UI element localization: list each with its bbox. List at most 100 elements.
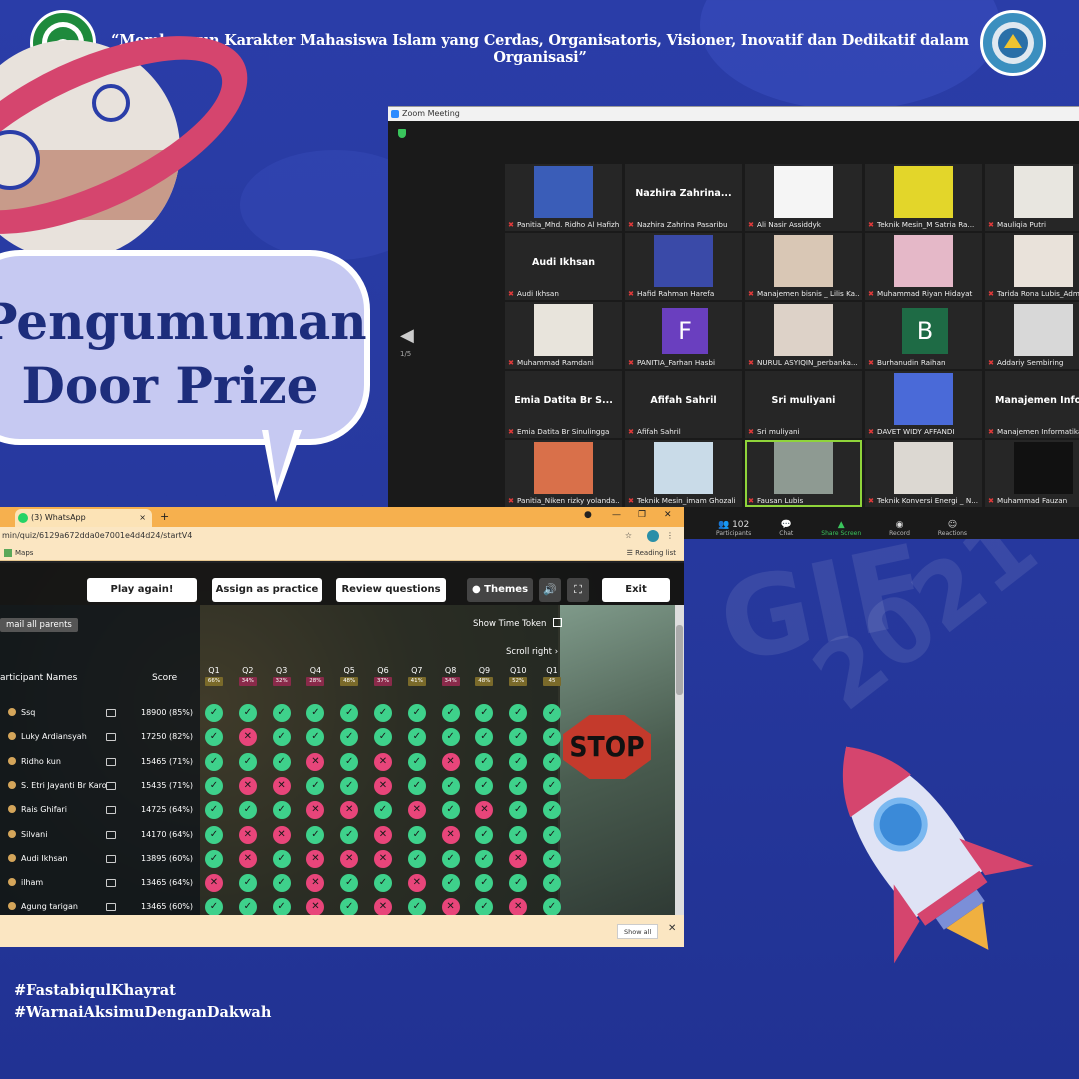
question-header[interactable]: Q4 — [302, 666, 328, 675]
correct-answer-icon[interactable]: ✓ — [441, 849, 460, 868]
correct-answer-icon[interactable]: ✓ — [509, 825, 528, 844]
participant-tile[interactable]: ✖ Panitia_Mhd. Ridho Al Hafizh — [505, 164, 622, 231]
wrong-answer-icon[interactable]: ✕ — [441, 825, 460, 844]
participant-tile[interactable]: ✖ DAVET WIDY AFFANDI — [865, 371, 982, 438]
correct-answer-icon[interactable]: ✓ — [407, 825, 426, 844]
correct-answer-icon[interactable]: ✓ — [205, 825, 223, 844]
wrong-answer-icon[interactable]: ✕ — [238, 728, 257, 747]
correct-answer-icon[interactable]: ✓ — [543, 874, 561, 893]
correct-answer-icon[interactable]: ✓ — [407, 752, 426, 771]
question-header[interactable]: Q1 — [539, 666, 565, 675]
table-row[interactable]: Silvani 14170 (64%) — [0, 825, 200, 845]
question-header[interactable]: Q10 — [505, 666, 531, 675]
email-icon[interactable] — [106, 854, 116, 863]
reactions-button[interactable]: ☺ Reactions — [938, 517, 967, 539]
wrong-answer-icon[interactable]: ✕ — [441, 752, 460, 771]
participant-tile[interactable]: ✖ Hafid Rahman Harefa — [625, 233, 742, 300]
question-header[interactable]: Q7 — [404, 666, 430, 675]
sound-icon[interactable]: 🔊 — [539, 578, 561, 602]
bookmark-maps[interactable]: Maps — [15, 549, 33, 557]
wrong-answer-icon[interactable]: ✕ — [306, 752, 325, 771]
correct-answer-icon[interactable]: ✓ — [238, 704, 257, 722]
correct-answer-icon[interactable]: ✓ — [340, 776, 359, 795]
vertical-scrollbar[interactable] — [675, 605, 684, 915]
correct-answer-icon[interactable]: ✓ — [272, 752, 291, 771]
participant-tile[interactable]: Manajemen Info... ✖Manajemen Informatika — [985, 371, 1079, 438]
correct-answer-icon[interactable]: ✓ — [272, 874, 291, 893]
participant-tile[interactable]: ✖ NURUL ASYIQIN_perbanka... — [745, 302, 862, 369]
assign-practice-button[interactable]: Assign as practice — [212, 578, 322, 602]
show-all-button[interactable]: Show all — [617, 924, 659, 939]
participant-tile[interactable]: ✖ Teknik Konversi Energi _ N... — [865, 440, 982, 507]
question-header[interactable]: Q3 — [269, 666, 295, 675]
wrong-answer-icon[interactable]: ✕ — [272, 825, 291, 844]
participant-tile[interactable]: B ✖ Burhanudin Raihan — [865, 302, 982, 369]
correct-answer-icon[interactable]: ✓ — [407, 898, 426, 915]
email-all-parents-button[interactable]: mail all parents — [0, 618, 78, 632]
participant-tile[interactable]: ✖ Manajemen bisnis _ Lilis Ka... — [745, 233, 862, 300]
table-row[interactable]: S. Etri Jayanti Br Karo 15435 (71%) — [0, 776, 200, 796]
correct-answer-icon[interactable]: ✓ — [340, 752, 359, 771]
participant-tile[interactable]: Nazhira Zahrina... ✖ Nazhira Zahrina Pasar… — [625, 164, 742, 231]
wrong-answer-icon[interactable]: ✕ — [407, 874, 426, 893]
participant-tile[interactable]: ✖ Panitia_Niken rizky yolanda... — [505, 440, 622, 507]
close-window-icon[interactable]: ✕ — [664, 510, 672, 520]
participant-tile[interactable]: Sri muliyani ✖ Sri muliyani — [745, 371, 862, 438]
correct-answer-icon[interactable]: ✓ — [306, 825, 325, 844]
question-header[interactable]: Q9 — [471, 666, 497, 675]
table-row[interactable]: Luky Ardiansyah 17250 (82%) — [0, 727, 200, 747]
correct-answer-icon[interactable]: ✓ — [205, 898, 223, 915]
correct-answer-icon[interactable]: ✓ — [272, 898, 291, 915]
scroll-right-button[interactable]: Scroll right › — [506, 647, 558, 657]
chat-button[interactable]: 💬 Chat — [779, 517, 793, 539]
fullscreen-icon[interactable]: ⛶ — [567, 578, 589, 602]
wrong-answer-icon[interactable]: ✕ — [238, 776, 257, 795]
correct-answer-icon[interactable]: ✓ — [205, 752, 223, 771]
themes-button[interactable]: ● Themes — [467, 578, 533, 602]
participants-button[interactable]: 👥 102 Participants — [716, 517, 751, 539]
participant-tile[interactable]: ✖ Muhammad Ramdani — [505, 302, 622, 369]
new-tab-icon[interactable]: + — [160, 510, 169, 523]
browser-tab-whatsapp[interactable]: (3) WhatsApp × — [15, 509, 152, 527]
wrong-answer-icon[interactable]: ✕ — [407, 801, 426, 820]
email-icon[interactable] — [106, 781, 116, 790]
wrong-answer-icon[interactable]: ✕ — [374, 898, 392, 915]
correct-answer-icon[interactable]: ✓ — [205, 776, 223, 795]
correct-answer-icon[interactable]: ✓ — [441, 801, 460, 820]
correct-answer-icon[interactable]: ✓ — [441, 704, 460, 722]
email-icon[interactable] — [106, 879, 116, 888]
correct-answer-icon[interactable]: ✓ — [340, 898, 359, 915]
email-icon[interactable] — [106, 709, 116, 717]
review-questions-button[interactable]: Review questions — [336, 578, 446, 602]
participant-tile[interactable]: ✖ Addariy Sembiring — [985, 302, 1079, 369]
exit-button[interactable]: Exit — [602, 578, 670, 602]
correct-answer-icon[interactable]: ✓ — [543, 849, 561, 868]
correct-answer-icon[interactable]: ✓ — [238, 898, 257, 915]
correct-answer-icon[interactable]: ✓ — [441, 874, 460, 893]
correct-answer-icon[interactable]: ✓ — [374, 704, 392, 722]
correct-answer-icon[interactable]: ✓ — [543, 801, 561, 820]
table-row[interactable]: ilham 13465 (64%) — [0, 873, 200, 893]
record-button[interactable]: ◉ Record — [889, 517, 910, 539]
correct-answer-icon[interactable]: ✓ — [238, 801, 257, 820]
table-row[interactable]: Ridho kun 15465 (71%) — [0, 752, 200, 772]
wrong-answer-icon[interactable]: ✕ — [509, 849, 528, 868]
table-row[interactable]: Agung tarigan 13465 (60%) — [0, 897, 200, 915]
correct-answer-icon[interactable]: ✓ — [509, 776, 528, 795]
correct-answer-icon[interactable]: ✓ — [475, 752, 494, 771]
email-icon[interactable] — [106, 903, 116, 912]
address-url[interactable]: min/quiz/6129a672dda0e7001e4d4d24/startV… — [2, 531, 192, 540]
table-row[interactable]: Audi Ikhsan 13895 (60%) — [0, 849, 200, 869]
participant-tile[interactable]: Emia Datita Br S... ✖ Emia Datita Br Sinul… — [505, 371, 622, 438]
correct-answer-icon[interactable]: ✓ — [543, 704, 561, 722]
correct-answer-icon[interactable]: ✓ — [272, 801, 291, 820]
correct-answer-icon[interactable]: ✓ — [374, 874, 392, 893]
email-icon[interactable] — [106, 830, 116, 839]
minimize-icon[interactable]: — — [612, 510, 621, 520]
reading-list-button[interactable]: ☰ Reading list — [627, 545, 676, 561]
participant-tile[interactable]: Afifah Sahril ✖ Afifah Sahril — [625, 371, 742, 438]
correct-answer-icon[interactable]: ✓ — [441, 728, 460, 747]
table-row[interactable]: Rais Ghifari 14725 (64%) — [0, 800, 200, 820]
correct-answer-icon[interactable]: ✓ — [272, 849, 291, 868]
checkbox-icon[interactable] — [553, 618, 563, 627]
